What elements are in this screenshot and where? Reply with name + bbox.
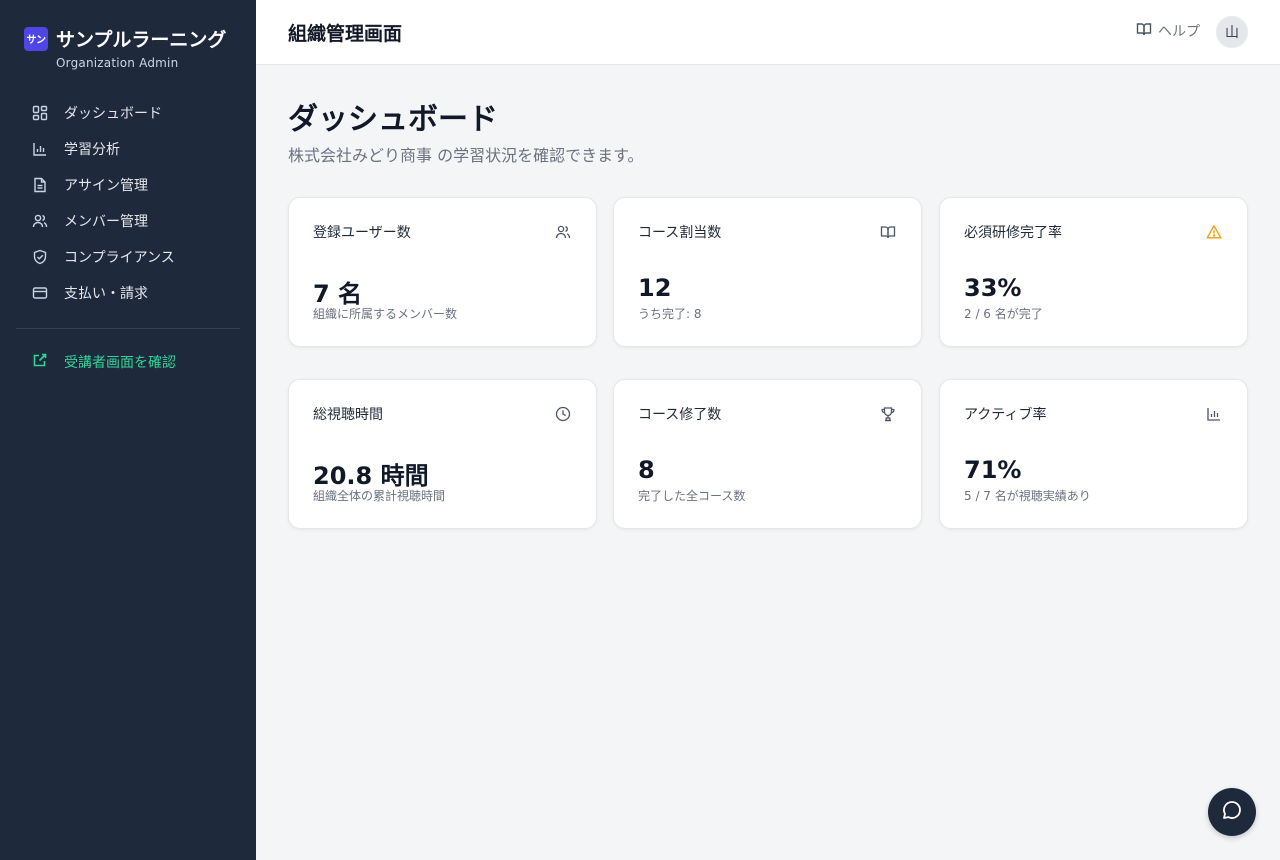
stat-label: アクティブ率	[964, 407, 1047, 423]
brand-name: サンプルラーニング	[56, 29, 227, 51]
chat-button[interactable]	[1208, 788, 1256, 836]
sidebar-item-label: 支払い・請求	[64, 286, 148, 302]
sidebar-item-label: 学習分析	[64, 142, 120, 158]
sidebar-nav: ダッシュボード 学習分析 アサイン管理 メンバー管理 コンプライアンス 支払い・…	[16, 95, 240, 311]
stat-note: 組織全体の累計視聴時間	[313, 489, 446, 503]
stat-card-course-assignments: コース割当数 12 うち完了: 8	[613, 197, 922, 347]
users-icon	[32, 213, 48, 229]
learner-view-label: 受講者画面を確認	[64, 355, 176, 371]
sidebar-item-label: メンバー管理	[64, 214, 148, 230]
stat-value: 12	[638, 274, 672, 302]
clock-icon	[554, 405, 572, 423]
stat-label: 登録ユーザー数	[313, 225, 411, 241]
bar-chart-icon	[32, 141, 48, 157]
stat-label: コース割当数	[638, 225, 722, 241]
bar-chart-icon	[1205, 405, 1223, 423]
header-title: 組織管理画面	[288, 23, 403, 45]
brand-subtitle: Organization Admin	[56, 56, 179, 70]
stat-value: 33%	[964, 274, 1022, 302]
stat-label: 総視聴時間	[313, 407, 383, 423]
stat-value: 71%	[964, 456, 1022, 484]
sidebar: サン サンプルラーニング Organization Admin ダッシュボード …	[0, 0, 256, 860]
credit-card-icon	[32, 285, 48, 301]
stat-note: うち完了: 8	[638, 307, 702, 321]
stat-note: 完了した全コース数	[638, 489, 746, 503]
avatar[interactable]: 山	[1216, 16, 1248, 48]
sidebar-item-dashboard[interactable]: ダッシュボード	[16, 95, 240, 131]
external-link-icon	[32, 352, 48, 372]
book-open-icon	[1136, 21, 1152, 41]
sidebar-item-billing[interactable]: 支払い・請求	[16, 275, 240, 311]
sidebar-item-compliance[interactable]: コンプライアンス	[16, 239, 240, 275]
users-icon	[554, 223, 572, 241]
sidebar-item-label: ダッシュボード	[64, 106, 162, 122]
sidebar-divider	[16, 328, 240, 329]
dashboard-icon	[32, 105, 48, 121]
stat-card-users: 登録ユーザー数 7 名 組織に所属するメンバー数	[288, 197, 597, 347]
sidebar-item-members[interactable]: メンバー管理	[16, 203, 240, 239]
book-open-icon	[879, 223, 897, 241]
stat-card-course-completions: コース修了数 8 完了した全コース数	[613, 379, 922, 529]
shield-icon	[32, 249, 48, 265]
trophy-icon	[879, 405, 897, 423]
stat-card-watch-time: 総視聴時間 20.8 時間 組織全体の累計視聴時間	[288, 379, 597, 529]
stat-card-active-rate: アクティブ率 71% 5 / 7 名が視聴実績あり	[939, 379, 1248, 529]
sidebar-item-assign[interactable]: アサイン管理	[16, 167, 240, 203]
sidebar-item-label: コンプライアンス	[64, 250, 175, 266]
top-header: 組織管理画面 ヘルプ 山	[256, 0, 1280, 65]
help-label: ヘルプ	[1158, 24, 1200, 40]
stat-value: 8	[638, 456, 655, 484]
stat-card-required-completion: 必須研修完了率 33% 2 / 6 名が完了	[939, 197, 1248, 347]
stat-value: 7 名	[313, 280, 363, 308]
brand-logo: サン	[24, 26, 48, 51]
stat-note: 5 / 7 名が視聴実績あり	[964, 489, 1091, 503]
page-subtitle: 株式会社みどり商事 の学習状況を確認できます。	[288, 146, 644, 165]
stat-value: 20.8 時間	[313, 462, 429, 490]
stat-label: コース修了数	[638, 407, 722, 423]
stat-note: 2 / 6 名が完了	[964, 307, 1043, 321]
brand[interactable]: サン サンプルラーニング	[24, 25, 226, 52]
page-title: ダッシュボード	[288, 102, 498, 137]
sidebar-item-analytics[interactable]: 学習分析	[16, 131, 240, 167]
document-icon	[32, 177, 48, 193]
stat-note: 組織に所属するメンバー数	[313, 307, 458, 321]
learner-view-link[interactable]: 受講者画面を確認	[16, 344, 240, 380]
help-button[interactable]: ヘルプ	[1136, 21, 1200, 41]
stat-label: 必須研修完了率	[964, 225, 1062, 241]
chat-bubble-icon	[1221, 799, 1243, 825]
sidebar-item-label: アサイン管理	[64, 178, 148, 194]
warning-icon	[1205, 223, 1223, 241]
